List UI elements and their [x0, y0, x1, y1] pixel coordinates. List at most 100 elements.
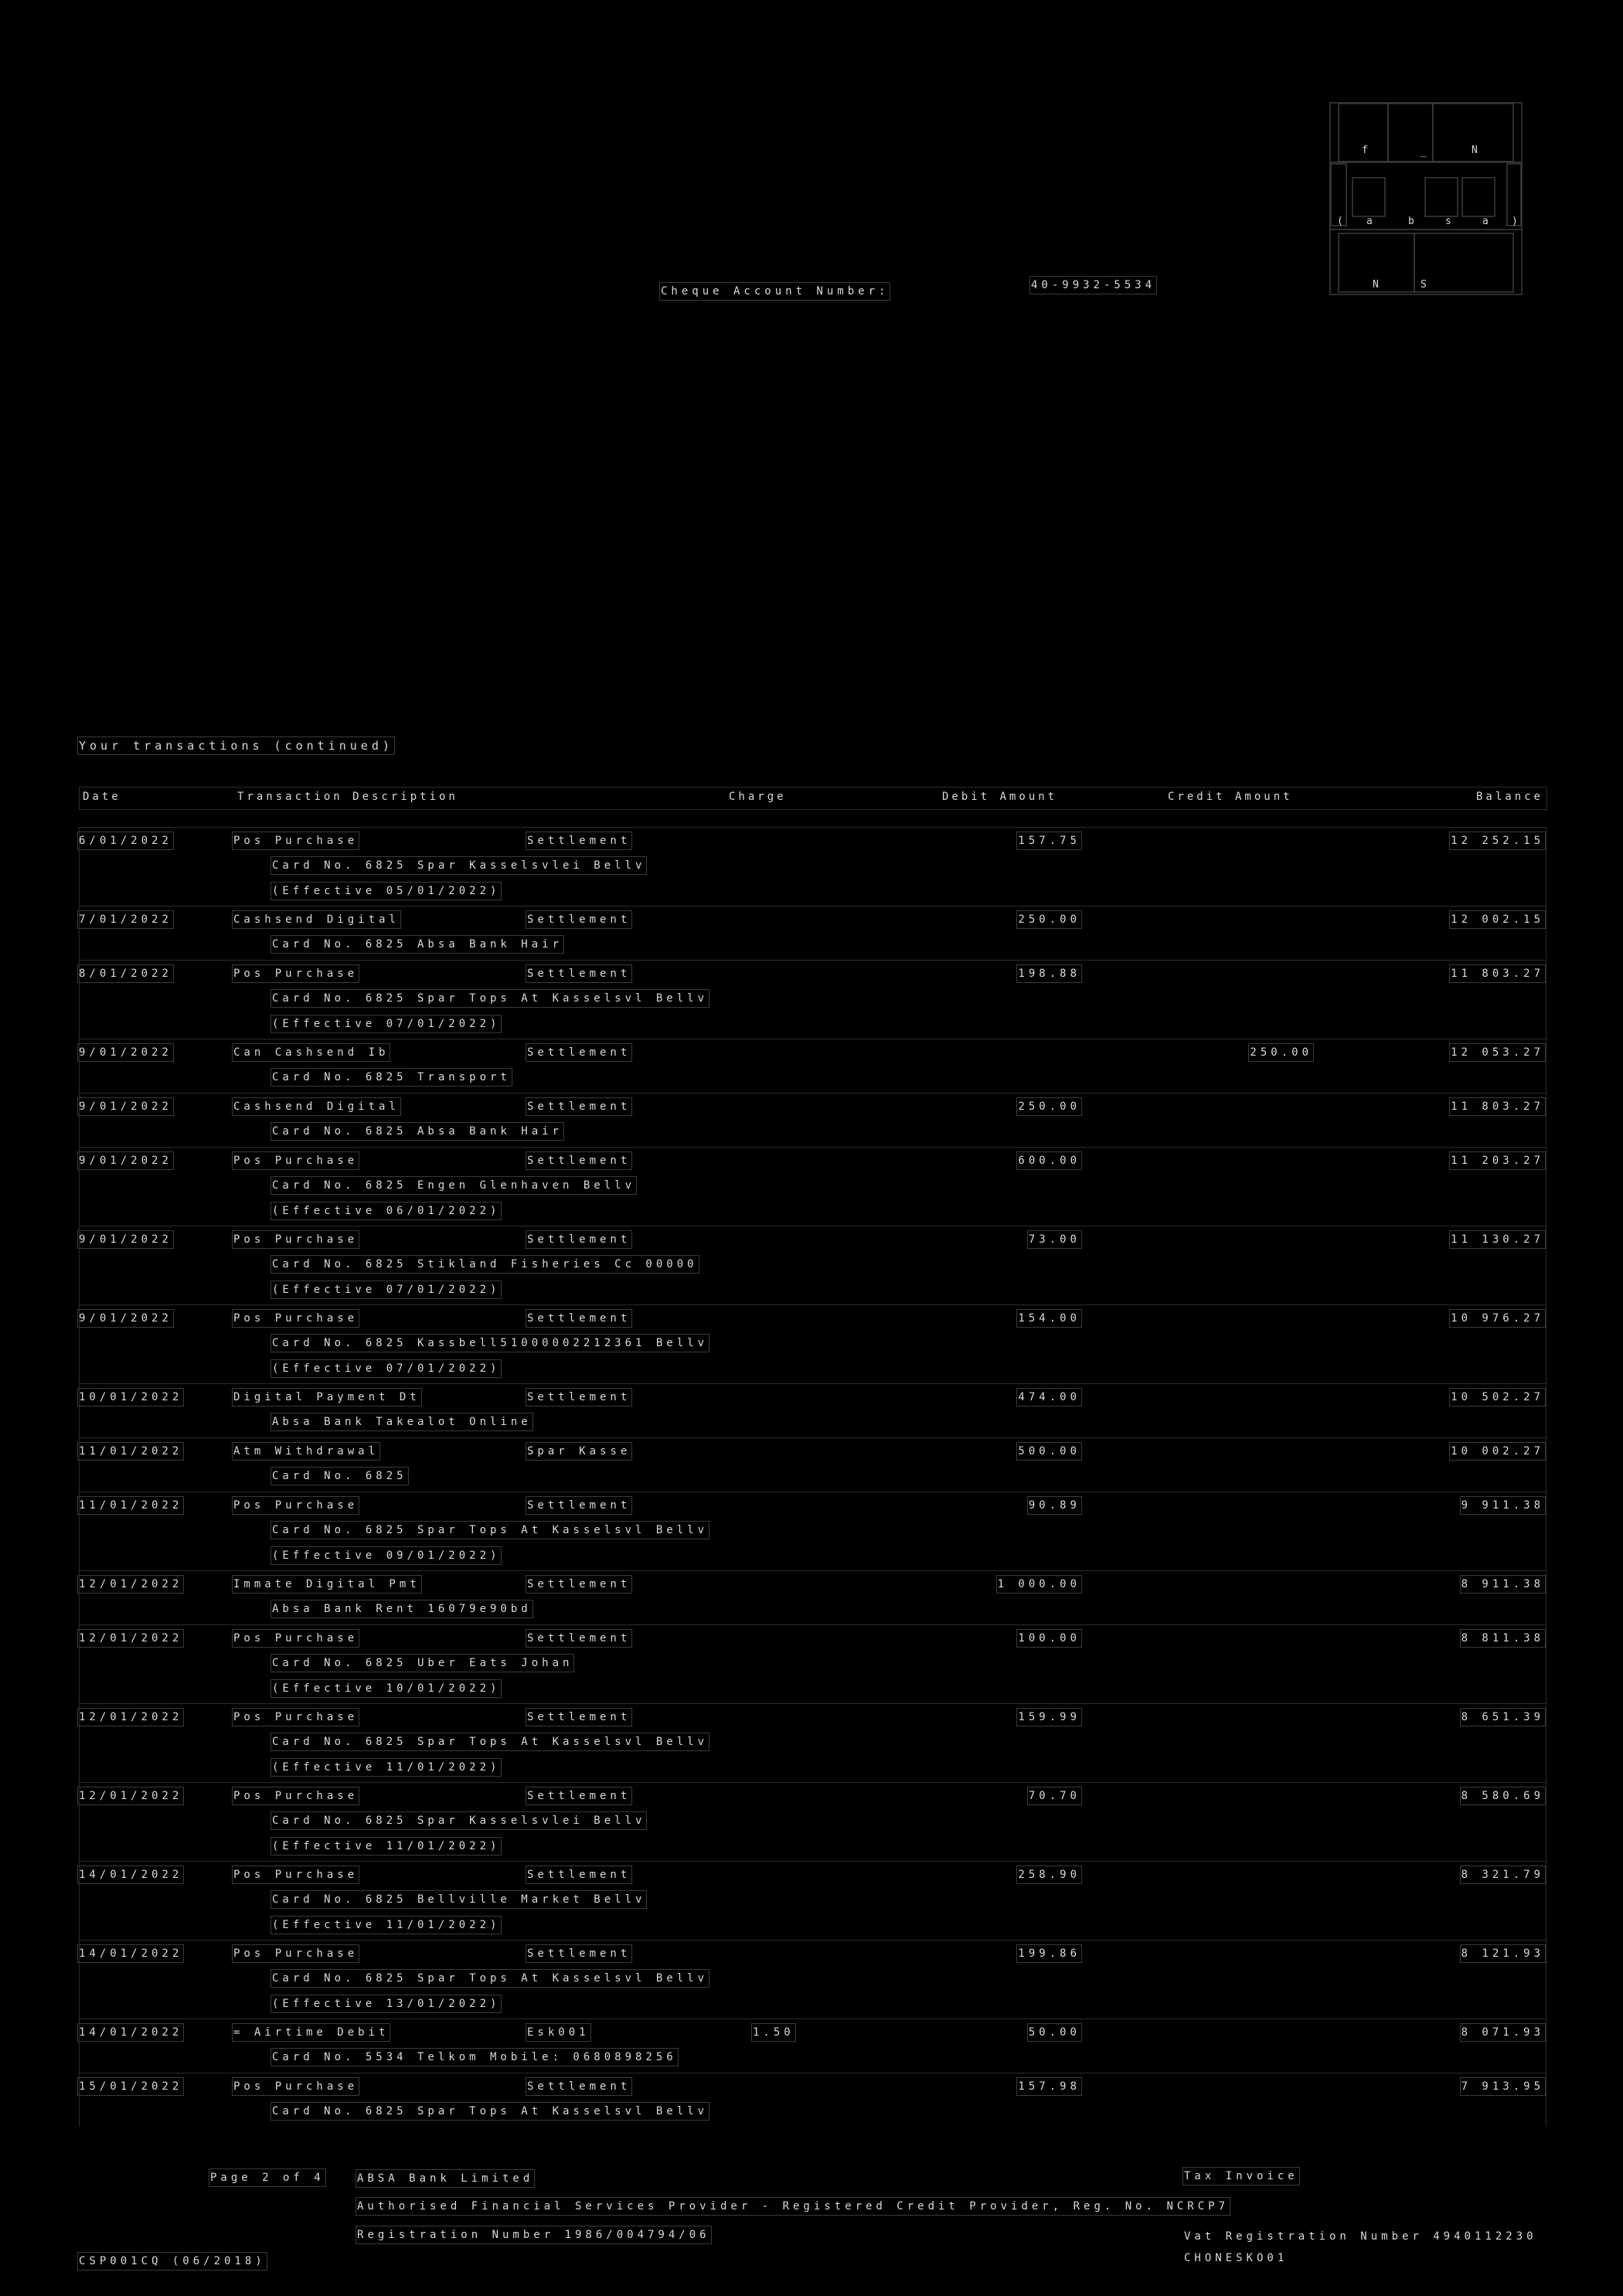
tx-description: Pos Purchase: [231, 832, 360, 850]
tx-description: Pos Purchase: [231, 1309, 360, 1328]
tx-detail-line: (Effective 07/01/2022): [270, 1281, 502, 1299]
col-charge: Charge: [729, 791, 787, 803]
tx-description: Cashsend Digital: [232, 910, 401, 929]
row-separator: [79, 1782, 1546, 1783]
tx-debit: 258.90: [1016, 1866, 1082, 1884]
tx-date: 9/01/2022: [77, 1097, 174, 1116]
row-separator: [79, 1861, 1546, 1862]
tx-reference: Settlement: [525, 1230, 633, 1249]
tx-balance: 12 252.15: [1449, 832, 1546, 850]
tx-description: Pos Purchase: [231, 1230, 360, 1249]
tx-reference: Settlement: [525, 2077, 633, 2096]
tx-detail-line: (Effective 07/01/2022): [270, 1015, 502, 1033]
tx-reference: Esk001: [526, 2023, 591, 2042]
tx-detail-line: Card No. 5534 Telkom Mobile: 0680898256: [270, 2048, 679, 2066]
tx-reference: Settlement: [525, 1708, 633, 1726]
tx-balance: 8 321.79: [1459, 1866, 1546, 1884]
tx-detail-line: Card No. 6825: [270, 1467, 409, 1485]
form-code: CSP001CQ (06/2018): [77, 2252, 267, 2270]
tx-detail-line: Absa Bank Takealot Online: [270, 1413, 533, 1431]
tx-detail-line: (Effective 11/01/2022): [270, 1916, 502, 1934]
tx-detail-line: Card No. 6825 Uber Eats Johan: [270, 1654, 575, 1672]
tx-balance: 8 071.93: [1459, 2023, 1546, 2042]
tx-date: 9/01/2022: [77, 1043, 174, 1062]
tx-balance: 12 002.15: [1449, 910, 1546, 929]
col-balance: Balance: [1475, 791, 1543, 803]
tx-reference: Settlement: [525, 1866, 633, 1884]
tx-date: 11/01/2022: [77, 1442, 185, 1461]
tx-detail-line: (Effective 11/01/2022): [270, 1837, 502, 1856]
col-description: Transaction Description: [237, 791, 458, 803]
tx-date: 9/01/2022: [77, 1230, 174, 1249]
tx-date: 9/01/2022: [77, 1151, 174, 1170]
tx-detail-line: Card No. 6825 Spar Tops At Kasselsvl Bel…: [270, 1969, 710, 1988]
tx-date: 7/01/2022: [77, 910, 174, 929]
tx-debit: 90.89: [1026, 1496, 1083, 1515]
tx-detail-line: Card No. 6825 Spar Kasselsvlei Bellv: [270, 856, 648, 875]
tx-debit: 198.88: [1016, 964, 1082, 983]
tx-balance: 11 203.27: [1449, 1151, 1546, 1170]
row-separator: [79, 1147, 1546, 1148]
tx-debit: 157.98: [1016, 2077, 1082, 2096]
tx-detail-line: Card No. 6825 Spar Tops At Kasselsvl Bel…: [270, 989, 710, 1008]
row-separator: [79, 1703, 1546, 1704]
tx-reference: Spar Kasse: [525, 1442, 633, 1461]
account-number-label: Cheque Account Number:: [658, 282, 891, 301]
tx-credit: 250.00: [1248, 1043, 1314, 1062]
tx-description: Cashsend Digital: [232, 1097, 401, 1116]
tx-debit: 199.86: [1016, 1944, 1082, 1963]
tx-description: Pos Purchase: [231, 1629, 360, 1648]
fsp-text: Authorised Financial Services Provider -…: [355, 2197, 1231, 2216]
tx-detail-line: Card No. 6825 Absa Bank Hair: [270, 1122, 565, 1141]
tx-detail-line: Card No. 6825 Absa Bank Hair: [270, 935, 565, 954]
tx-reference: Settlement: [525, 832, 633, 850]
row-separator: [79, 1570, 1546, 1571]
tx-reference: Settlement: [525, 964, 633, 983]
tx-reference: Settlement: [525, 1496, 633, 1515]
tx-date: 15/01/2022: [77, 2077, 185, 2096]
tx-detail-line: (Effective 07/01/2022): [270, 1359, 502, 1378]
tx-debit: 500.00: [1016, 1442, 1082, 1461]
section-title: Your transactions (continued): [77, 736, 395, 755]
tx-debit: 154.00: [1016, 1309, 1082, 1328]
svg-text:(: (: [1337, 216, 1343, 227]
tx-description: Pos Purchase: [231, 1866, 360, 1884]
svg-text:_: _: [1421, 146, 1427, 158]
tx-debit: 250.00: [1016, 1097, 1082, 1116]
row-separator: [79, 1383, 1546, 1384]
tx-debit: 70.70: [1026, 1787, 1083, 1805]
row-separator: [79, 1093, 1546, 1094]
tx-date: 12/01/2022: [77, 1787, 185, 1805]
tx-debit: 600.00: [1016, 1151, 1082, 1170]
col-credit: Credit Amount: [1168, 791, 1293, 803]
tx-detail-line: Card No. 6825 Spar Tops At Kasselsvl Bel…: [270, 1733, 710, 1751]
tx-description: Pos Purchase: [231, 964, 360, 983]
tx-reference: Settlement: [525, 1043, 633, 1062]
svg-text:N: N: [1472, 145, 1478, 156]
table-border: [79, 827, 80, 2127]
tx-reference: Settlement: [525, 1151, 633, 1170]
tx-description: Pos Purchase: [231, 2077, 360, 2096]
tx-description: = Airtime Debit: [231, 2023, 391, 2042]
tx-reference: Settlement: [525, 1097, 633, 1116]
tx-description: Pos Purchase: [231, 1708, 360, 1726]
tx-description: Pos Purchase: [231, 1944, 360, 1963]
tx-description: Digital Payment Dt: [232, 1388, 422, 1407]
tx-date: 14/01/2022: [77, 2023, 185, 2042]
svg-text:N: N: [1373, 279, 1379, 291]
row-separator: [79, 1304, 1546, 1305]
customer-code: CHONESKO01: [1184, 2252, 1288, 2264]
col-debit: Debit Amount: [942, 791, 1058, 803]
tx-detail-line: Card No. 6825 Bellville Market Bellv: [270, 1890, 648, 1909]
table-header: Date Transaction Description Charge Debi…: [79, 787, 1547, 810]
tx-reference: Settlement: [525, 1629, 633, 1648]
tx-date: 6/01/2022: [77, 832, 174, 850]
tx-balance: 11 803.27: [1449, 1097, 1546, 1116]
registration-number: Registration Number 1986/004794/06: [356, 2226, 712, 2244]
tx-description: Can Cashsend Ib: [231, 1043, 391, 1062]
tx-debit: 159.99: [1016, 1708, 1082, 1726]
tx-description: Atm Withdrawal: [231, 1442, 381, 1461]
tx-detail-line: (Effective 06/01/2022): [270, 1202, 502, 1220]
tx-reference: Settlement: [525, 1787, 633, 1805]
tx-date: 8/01/2022: [77, 964, 174, 983]
